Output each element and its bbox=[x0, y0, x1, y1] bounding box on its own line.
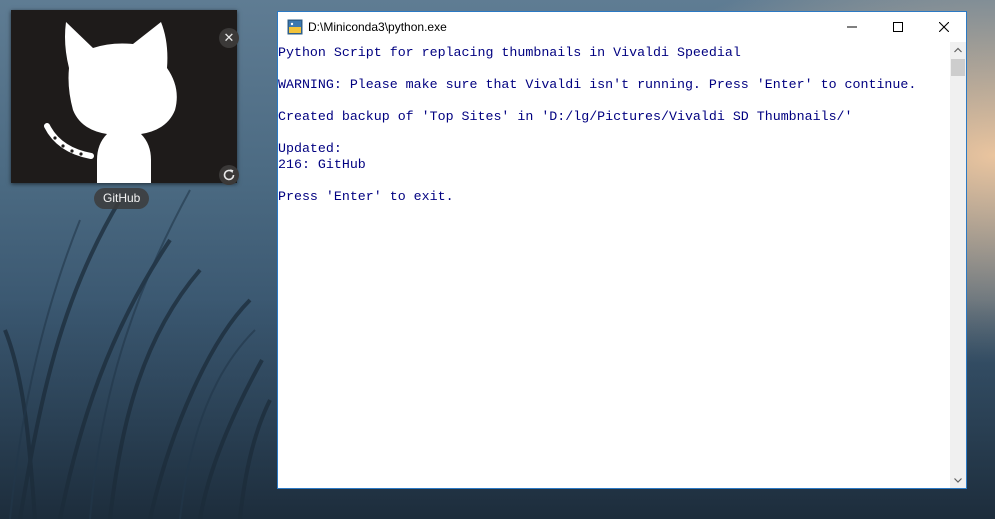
close-button[interactable] bbox=[921, 12, 967, 42]
console-line: 216: GitHub bbox=[278, 157, 366, 172]
console-line: Press 'Enter' to exit. bbox=[278, 189, 454, 204]
maximize-button[interactable] bbox=[875, 12, 921, 42]
scroll-down-button[interactable] bbox=[950, 472, 966, 488]
close-icon bbox=[939, 22, 949, 32]
minimize-icon bbox=[847, 26, 857, 28]
console-line: WARNING: Please make sure that Vivaldi i… bbox=[278, 77, 917, 92]
console-line: Python Script for replacing thumbnails i… bbox=[278, 45, 741, 60]
console-window: D:\Miniconda3\python.exe Python Script f… bbox=[277, 11, 967, 489]
console-output[interactable]: Python Script for replacing thumbnails i… bbox=[278, 42, 950, 488]
chevron-up-icon bbox=[954, 47, 962, 53]
console-line: Created backup of 'Top Sites' in 'D:/lg/… bbox=[278, 109, 853, 124]
minimize-button[interactable] bbox=[829, 12, 875, 42]
maximize-icon bbox=[893, 22, 903, 32]
vertical-scrollbar[interactable] bbox=[950, 42, 966, 488]
reload-icon[interactable] bbox=[219, 165, 239, 185]
scroll-up-button[interactable] bbox=[950, 42, 966, 58]
close-icon[interactable]: ✕ bbox=[219, 28, 239, 48]
speed-dial-tile-github[interactable]: ✕ bbox=[11, 10, 239, 185]
speed-dial-label[interactable]: GitHub bbox=[94, 188, 150, 209]
python-icon bbox=[287, 19, 303, 35]
chevron-down-icon bbox=[954, 478, 962, 483]
scrollbar-thumb[interactable] bbox=[951, 59, 965, 76]
github-octocat-icon bbox=[44, 22, 177, 183]
window-title: D:\Miniconda3\python.exe bbox=[308, 20, 447, 34]
title-bar[interactable]: D:\Miniconda3\python.exe bbox=[278, 12, 966, 42]
console-line: Updated: bbox=[278, 141, 342, 156]
